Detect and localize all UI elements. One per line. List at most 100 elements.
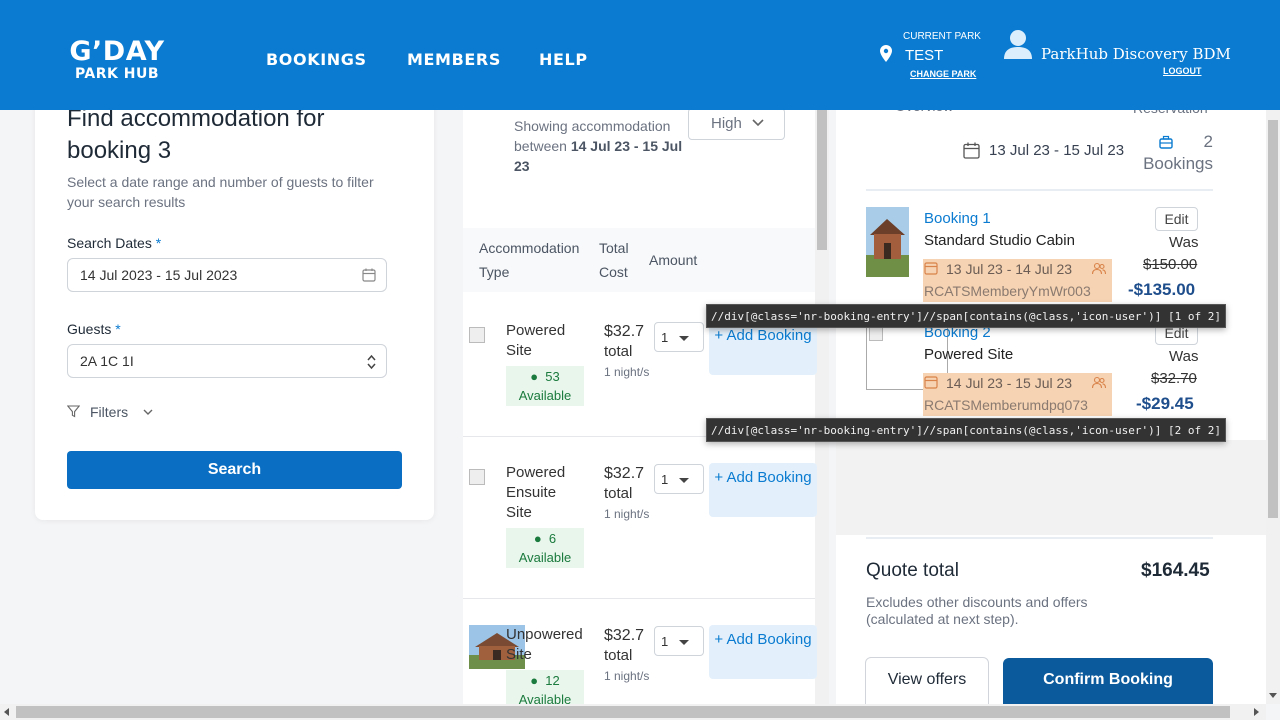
change-park-link[interactable]: CHANGE PARK (910, 69, 976, 79)
xpath-tooltip: //div[@class='nr-booking-entry']//span[c… (706, 304, 1226, 328)
calendar-icon[interactable] (362, 268, 376, 282)
scroll-left-arrow-icon[interactable] (4, 708, 9, 716)
price-total-label: total (604, 343, 633, 360)
scroll-right-arrow-icon[interactable] (1254, 708, 1259, 716)
current-park-name: TEST (905, 47, 944, 64)
guests-label: Guests * (67, 321, 121, 337)
filters-label: Filters (90, 404, 129, 420)
nav-members[interactable]: MEMBERS (407, 50, 501, 69)
chevron-down-icon (143, 409, 153, 415)
total-cost: $32.7 total (604, 626, 644, 666)
booking-title[interactable]: Booking 1 (924, 210, 991, 227)
guests-label-text: Guests (67, 321, 112, 337)
price-total-label: total (604, 647, 633, 664)
new-price-value: $29.45 (1141, 394, 1194, 413)
briefcase-icon (1159, 135, 1173, 149)
summary-divider (866, 537, 1213, 539)
booking-photo (866, 207, 909, 277)
nav-help[interactable]: HELP (539, 50, 588, 69)
was-label: Was (1169, 348, 1199, 365)
search-dates-label-text: Search Dates (67, 235, 152, 251)
showing-text: Showing accommodation between 14 Jul 23 … (514, 116, 684, 176)
bookings-label: Bookings (1143, 154, 1213, 173)
booking-reference: RCATSMemberyYmWr003 (924, 283, 1091, 299)
availability-badge: ● 6 Available (506, 528, 584, 568)
nav-bookings[interactable]: BOOKINGS (266, 50, 367, 69)
search-dates-input[interactable]: 14 Jul 2023 - 15 Jul 2023 (67, 258, 387, 292)
row-divider (463, 598, 815, 599)
booking-type: Standard Studio Cabin (924, 232, 1075, 249)
quantity-select[interactable]: 1 (654, 322, 704, 352)
booking-dates: 14 Jul 23 - 15 Jul 23 (946, 375, 1073, 391)
user-name[interactable]: ParkHub Discovery BDM (1041, 45, 1231, 63)
quote-total-amount: $164.45 (1141, 560, 1210, 581)
select-updown-icon (367, 354, 376, 370)
availability-count: ● 53 (530, 369, 560, 384)
search-button[interactable]: Search (67, 451, 402, 489)
xpath-tooltip: //div[@class='nr-booking-entry']//span[c… (706, 418, 1226, 442)
reservation-dates: 13 Jul 23 - 15 Jul 23 (989, 142, 1125, 159)
filter-icon (67, 405, 80, 418)
booking-dates: 13 Jul 23 - 14 Jul 23 (946, 261, 1073, 277)
guests-select[interactable]: 2A 1C 1I (67, 344, 387, 378)
chevron-down-icon (679, 478, 689, 483)
add-booking-button[interactable]: + Add Booking (709, 625, 817, 679)
page-vertical-scrollbar-thumb[interactable] (1268, 120, 1278, 518)
page-horizontal-scrollbar-thumb[interactable] (16, 706, 1230, 718)
current-park-label: CURRENT PARK (903, 31, 981, 42)
sort-dropdown[interactable]: High (688, 108, 785, 140)
results-scrollbar-thumb[interactable] (817, 110, 827, 250)
availability-label: Available (518, 550, 572, 565)
booking-reference: RCATSMemberumdpq073 (924, 397, 1088, 413)
price-value: $32.7 (604, 323, 645, 340)
broken-image-icon (869, 327, 883, 341)
quote-note: Excludes other discounts and offers (cal… (866, 594, 1088, 627)
price-value: $32.7 (604, 627, 645, 644)
users-icon (1092, 376, 1106, 389)
accommodation-name: Unpowered Site (506, 626, 583, 663)
summary-blank-area (836, 440, 1266, 535)
total-cost: $32.7 total (604, 464, 644, 504)
price-total-label: total (604, 485, 633, 502)
chevron-down-icon (679, 640, 689, 645)
new-price: -$29.45 (1136, 394, 1194, 413)
was-label: Was (1169, 234, 1199, 251)
users-icon (1092, 262, 1106, 275)
guests-value: 2A 1C 1I (80, 353, 134, 369)
nights-label: 1 night/s (604, 507, 650, 521)
quote-total-label: Quote total (866, 560, 959, 581)
brand-logo[interactable]: G’DAY PARK HUB (61, 36, 173, 83)
booking-count-value: 2 (1203, 132, 1213, 151)
booking-type: Powered Site (924, 346, 1014, 363)
old-price: $32.70 (1151, 370, 1197, 387)
nights-label: 1 night/s (604, 365, 650, 379)
logo-line-1: G’DAY (69, 36, 165, 67)
app-header: G’DAY PARK HUB BOOKINGS MEMBERS HELP CUR… (0, 0, 1280, 110)
scroll-down-arrow-icon[interactable] (1269, 693, 1277, 698)
summary-divider (866, 189, 1213, 191)
calendar-icon (963, 142, 980, 159)
quantity-value: 1 (661, 472, 669, 487)
col-total-cost: Total Cost (599, 240, 629, 280)
search-title: Find accommodation for booking 3 (67, 105, 325, 164)
quantity-select[interactable]: 1 (654, 626, 704, 656)
quantity-select[interactable]: 1 (654, 464, 704, 494)
logout-link[interactable]: LOGOUT (1163, 66, 1202, 76)
availability-label: Available (518, 388, 572, 403)
add-booking-button[interactable]: + Add Booking (709, 321, 817, 375)
edit-booking-button[interactable]: Edit (1155, 207, 1198, 231)
search-dates-label: Search Dates * (67, 235, 161, 251)
chevron-down-icon (679, 336, 689, 341)
sort-value: High (711, 115, 742, 132)
accommodation-image (469, 469, 485, 485)
chevron-down-icon (752, 119, 764, 127)
accommodation-image (469, 327, 485, 343)
add-booking-button[interactable]: + Add Booking (709, 463, 817, 517)
map-pin-icon (880, 45, 892, 62)
new-price-value: $135.00 (1133, 280, 1196, 299)
user-icon (1004, 30, 1032, 59)
required-mark: * (115, 321, 121, 337)
logo-line-2: PARK HUB (74, 66, 160, 82)
required-mark: * (155, 235, 162, 251)
accommodation-name: Powered Ensuite Site (506, 464, 566, 521)
